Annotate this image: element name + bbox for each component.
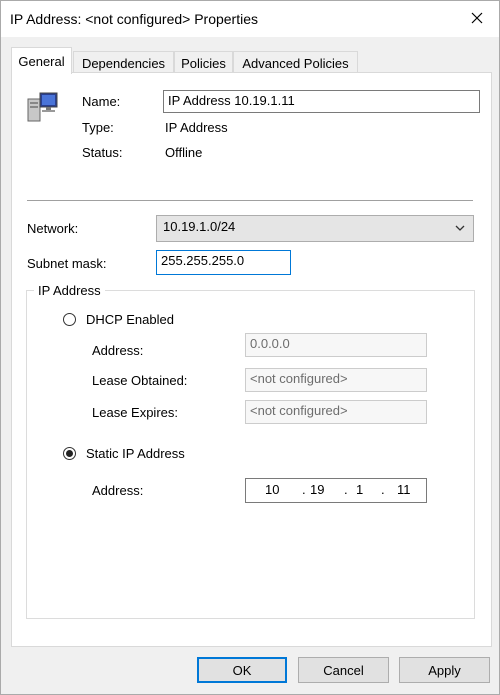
static-ip-radio[interactable] [63,447,76,460]
close-button[interactable] [461,3,493,33]
static-ip-address-field[interactable]: 10 . 19 . 1 . 11 [245,478,427,503]
chevron-down-icon [455,225,465,231]
name-label: Name: [82,94,121,109]
lease-expires-field[interactable]: <not configured> [245,400,427,424]
ip-address-group-title: IP Address [34,283,105,298]
dhcp-address-field[interactable]: 0.0.0.0 [245,333,427,357]
ip-dot: . [344,482,348,497]
lease-expires-label: Lease Expires: [92,405,178,420]
status-value: Offline [165,145,203,160]
general-tab-panel: Name: IP Address 10.19.1.11 Type: IP Add… [11,72,492,647]
lease-obtained-label: Lease Obtained: [92,373,188,388]
network-dropdown[interactable]: 10.19.1.0/24 [156,215,474,242]
tab-general[interactable]: General [11,47,72,74]
network-label: Network: [27,221,79,236]
cancel-button[interactable]: Cancel [298,657,389,683]
properties-dialog: IP Address: <not configured> Properties … [0,0,500,695]
subnet-mask-field[interactable]: 255.255.255.0 [156,250,291,275]
tab-dependencies[interactable]: Dependencies [73,51,174,74]
static-ip-label[interactable]: Static IP Address [86,446,185,461]
type-value: IP Address [165,120,228,135]
ip-dot: . [381,482,385,497]
type-label: Type: [82,120,114,135]
apply-button[interactable]: Apply [399,657,490,683]
static-address-label: Address: [92,483,144,498]
dhcp-address-label: Address: [92,343,144,358]
dhcp-enabled-label[interactable]: DHCP Enabled [86,312,174,327]
ip-octet-3[interactable]: 1 [356,482,363,497]
ip-octet-1[interactable]: 10 [265,482,279,497]
lease-obtained-field[interactable]: <not configured> [245,368,427,392]
status-label: Status: [82,145,123,160]
network-selected-value: 10.19.1.0/24 [163,219,236,234]
ip-octet-4[interactable]: 11 [397,482,411,497]
ip-octet-2[interactable]: 19 [310,482,324,497]
ip-dot: . [302,482,306,497]
window-title: IP Address: <not configured> Properties [10,11,259,27]
subnet-mask-label: Subnet mask: [27,256,107,271]
section-divider [27,200,473,201]
network-computer-icon [27,92,58,122]
ok-button[interactable]: OK [197,657,287,683]
close-icon [471,12,483,24]
title-bar: IP Address: <not configured> Properties [1,1,499,37]
dhcp-enabled-radio[interactable] [63,313,76,326]
tab-policies[interactable]: Policies [174,51,233,74]
tab-advanced-policies[interactable]: Advanced Policies [233,51,358,74]
name-field[interactable]: IP Address 10.19.1.11 [163,90,480,113]
